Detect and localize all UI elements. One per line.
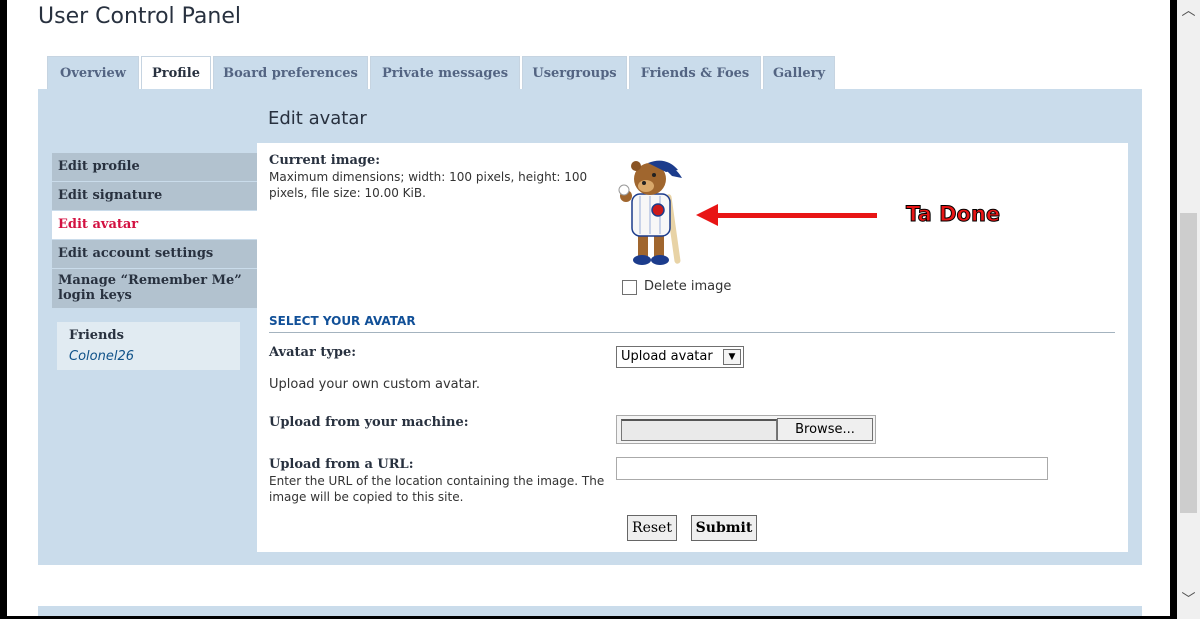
section-divider bbox=[269, 332, 1115, 333]
upload-description: Upload your own custom avatar. bbox=[269, 377, 480, 392]
sidebar-item-remember-me-keys[interactable]: Manage “Remember Me” login keys bbox=[52, 269, 257, 308]
upload-url-input[interactable] bbox=[616, 457, 1048, 480]
upload-url-label: Upload from a URL: bbox=[269, 457, 414, 472]
chevron-up-icon[interactable]: ︿ bbox=[1177, 0, 1200, 22]
file-upload-control: Browse... bbox=[616, 415, 876, 444]
window-left-edge bbox=[0, 0, 7, 619]
sidebar-item-edit-avatar[interactable]: Edit avatar bbox=[52, 211, 257, 239]
bottom-panel bbox=[38, 606, 1142, 616]
tab-friends-foes[interactable]: Friends & Foes bbox=[629, 56, 761, 89]
page-title: User Control Panel bbox=[38, 4, 242, 29]
avatar-type-label: Avatar type: bbox=[269, 345, 357, 360]
tab-gallery[interactable]: Gallery bbox=[763, 56, 835, 89]
avatar-image bbox=[616, 154, 694, 269]
scroll-thumb[interactable] bbox=[1180, 213, 1197, 513]
tab-private-messages[interactable]: Private messages bbox=[370, 56, 520, 89]
arrow-shaft bbox=[716, 213, 877, 218]
delete-image-label: Delete image bbox=[644, 279, 732, 294]
tab-profile[interactable]: Profile bbox=[141, 56, 211, 90]
file-path-field[interactable] bbox=[621, 419, 777, 441]
sidebar-item-edit-profile[interactable]: Edit profile bbox=[52, 153, 257, 181]
reset-button[interactable]: Reset bbox=[627, 515, 677, 541]
upload-url-description: Enter the URL of the location containing… bbox=[269, 474, 605, 504]
current-image-label: Current image: bbox=[269, 153, 381, 168]
chevron-down-icon[interactable]: ﹀ bbox=[1177, 589, 1200, 611]
window-right-edge bbox=[1170, 0, 1177, 619]
tab-board-preferences[interactable]: Board preferences bbox=[213, 56, 368, 89]
annotation-text: Ta Done bbox=[905, 202, 1001, 227]
avatar-type-value: Upload avatar bbox=[621, 349, 713, 364]
delete-image-checkbox[interactable] bbox=[622, 280, 637, 295]
browse-button[interactable]: Browse... bbox=[777, 418, 873, 441]
friend-link[interactable]: Colonel26 bbox=[69, 349, 134, 364]
section-heading: Edit avatar bbox=[268, 108, 367, 129]
select-avatar-section-title: SELECT YOUR AVATAR bbox=[269, 314, 416, 328]
chevron-down-icon: ▼ bbox=[723, 349, 741, 365]
friends-box: Friends Colonel26 bbox=[57, 322, 240, 370]
sidebar-item-edit-signature[interactable]: Edit signature bbox=[52, 182, 257, 210]
avatar-type-select[interactable]: Upload avatar ▼ bbox=[616, 346, 744, 368]
sidebar-item-edit-account-settings[interactable]: Edit account settings bbox=[52, 240, 257, 268]
tab-overview[interactable]: Overview bbox=[47, 56, 139, 89]
arrow-left-icon bbox=[696, 204, 718, 226]
current-image-description: Maximum dimensions; width: 100 pixels, h… bbox=[269, 170, 588, 200]
friends-title: Friends bbox=[69, 328, 124, 343]
upload-machine-label: Upload from your machine: bbox=[269, 415, 469, 430]
tab-usergroups[interactable]: Usergroups bbox=[522, 56, 627, 89]
vertical-scrollbar[interactable]: ︿ ﹀ bbox=[1177, 0, 1200, 619]
submit-button[interactable]: Submit bbox=[691, 515, 757, 541]
